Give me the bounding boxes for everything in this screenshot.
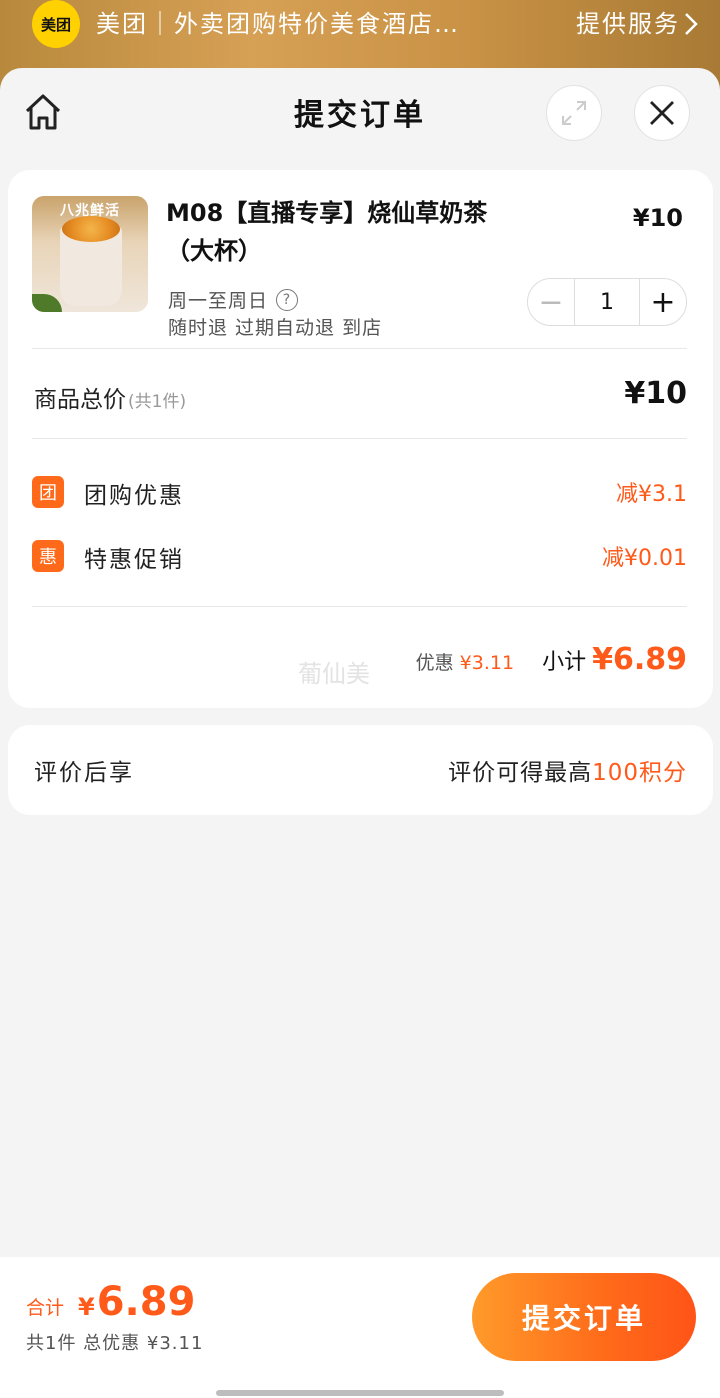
divider [32,606,687,607]
promo-row-group-buy: 团 团购优惠 减¥3.1 [32,474,687,510]
grand-total-value: ¥6.89 [78,1279,195,1325]
thumbnail-topping [62,216,120,242]
review-reward-info: 评价可得最高100积分 [448,753,687,787]
expand-button[interactable] [546,85,602,141]
expand-icon [562,101,586,125]
quantity-value[interactable]: 1 [574,279,640,325]
checkout-bar: 合计 ¥6.89 共1件 总优惠 ¥3.11 提交订单 [0,1257,720,1398]
watermark: 葡仙美 [298,660,370,688]
subtotal-value: ¥6.89 [592,642,687,677]
divider [32,348,687,349]
decrease-button[interactable]: − [528,279,574,325]
order-summary: 优惠 ¥3.11 小计 ¥6.89 [416,642,687,677]
order-sheet: 提交订单 八兆鲜活 M08【直播专享】烧仙草奶茶（大杯） ¥10 周一至周日 ?… [0,68,720,1398]
home-indicator[interactable] [216,1390,504,1396]
grand-total-amount: 6.89 [96,1279,196,1325]
submit-order-button[interactable]: 提交订单 [472,1273,696,1361]
review-reward-label: 评价后享 [34,760,134,786]
page-title: 提交订单 [294,98,426,133]
product-thumbnail[interactable]: 八兆鲜活 [32,196,148,312]
grand-total-details: 共1件 总优惠 ¥3.11 [26,1333,204,1354]
promo-row-special-offer: 惠 特惠促销 减¥0.01 [32,538,687,574]
goods-total-price: ¥10 [624,376,687,411]
sheet-header: 提交订单 [0,68,720,158]
order-card: 八兆鲜活 M08【直播专享】烧仙草奶茶（大杯） ¥10 周一至周日 ? 随时退 … [8,170,713,708]
goods-total-label-text: 商品总价 [34,387,126,413]
promo-label: 团购优惠 [84,483,184,509]
currency-symbol: ¥ [78,1293,95,1321]
goods-count: (共1件) [128,392,187,412]
chevron-right-icon[interactable] [684,12,698,36]
review-reward-points: 100积分 [592,760,687,786]
product-name: M08【直播专享】烧仙草奶茶（大杯） [166,199,488,265]
goods-total-label: 商品总价 (共1件) [34,380,186,414]
provider-link[interactable]: 提供服务 [576,6,680,42]
discount-value: ¥3.11 [459,652,515,674]
help-icon[interactable]: ? [276,288,299,311]
quantity-stepper: − 1 + [527,278,687,326]
promo-value: 减¥3.1 [616,482,687,507]
grand-total-label: 合计 [26,1297,65,1319]
promo-value: 减¥0.01 [602,546,687,571]
review-reward-prefix: 评价可得最高 [448,760,593,786]
close-button[interactable] [634,85,690,141]
banner-title[interactable]: 美团｜外卖团购特价美食酒店… [96,6,516,42]
divider [32,438,687,439]
review-reward-card[interactable]: 评价后享 评价可得最高100积分 [8,725,713,815]
subtotal-label: 小计 [542,650,587,675]
promo-label: 特惠促销 [84,547,184,573]
special-offer-badge-icon: 惠 [32,540,64,572]
product-validity: 周一至周日 ? [168,286,299,313]
validity-text: 周一至周日 [168,290,269,312]
thumbnail-leaf [32,294,62,312]
group-buy-badge-icon: 团 [32,476,64,508]
refund-policy: 随时退 过期自动退 到店 [168,317,383,339]
product-price: ¥10 [632,204,683,232]
meituan-logo: 美团 [32,0,80,48]
close-icon [650,101,674,125]
increase-button[interactable]: + [640,279,686,325]
discount-label: 优惠 [415,652,454,674]
